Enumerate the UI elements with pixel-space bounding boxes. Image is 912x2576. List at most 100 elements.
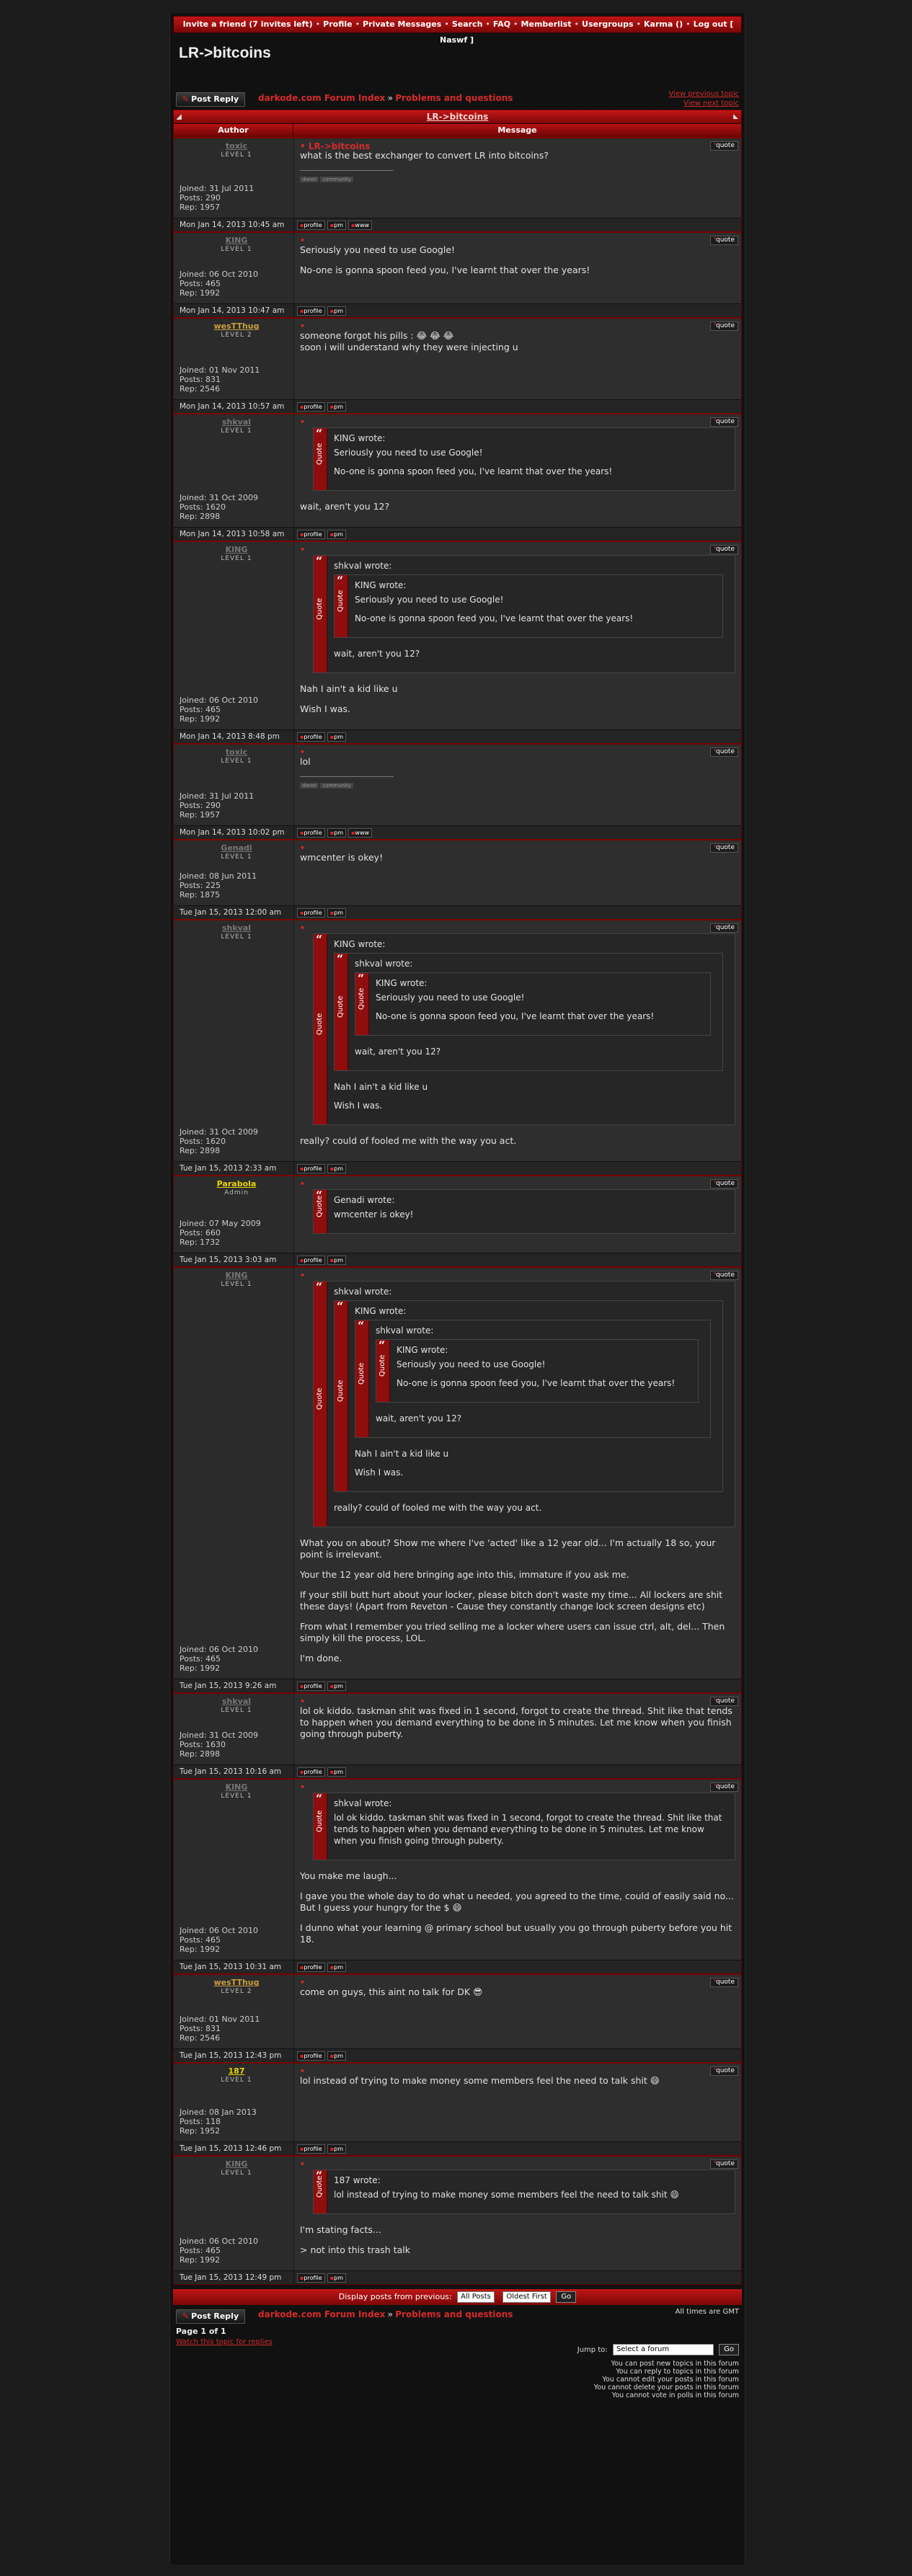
pm-button[interactable]: ▪pm — [327, 2144, 346, 2154]
post-paragraph: I dunno what your learning @ primary sch… — [300, 1922, 732, 1945]
breadcrumb-forum-index[interactable]: darkode.com Forum Index — [258, 2309, 385, 2319]
view-next-link[interactable]: View next topic — [668, 99, 739, 108]
nav-item[interactable]: Profile — [322, 19, 353, 29]
nav-item[interactable]: Private Messages — [361, 19, 443, 29]
quote-author: KING wrote: — [355, 1305, 717, 1317]
username-link[interactable]: Parabola — [180, 1179, 293, 1189]
username-link[interactable]: KING — [180, 1782, 293, 1792]
display-go-button[interactable]: Go — [556, 2291, 577, 2303]
quote-button[interactable]: ❛quote — [710, 1978, 738, 1987]
www-button[interactable]: ▪www — [348, 220, 373, 230]
stat-label: Joined: — [180, 2015, 207, 2024]
jump-go-button[interactable]: Go — [719, 2344, 739, 2355]
username-link[interactable]: KING — [180, 1271, 293, 1280]
username-link[interactable]: wesTThug — [180, 1978, 293, 1987]
pm-button[interactable]: ▪pm — [327, 220, 346, 230]
breadcrumb-section[interactable]: Problems and questions — [395, 93, 513, 103]
pm-button[interactable]: ▪pm — [327, 1767, 346, 1777]
quote-button[interactable]: ❛quote — [710, 141, 738, 151]
profile-button[interactable]: ▪profile — [297, 1681, 325, 1691]
nav-item[interactable]: Usergroups — [580, 19, 634, 29]
breadcrumb-section[interactable]: Problems and questions — [395, 2309, 513, 2319]
profile-button[interactable]: ▪profile — [297, 2273, 325, 2283]
quote-button[interactable]: ❛quote — [710, 1782, 738, 1792]
order-select[interactable]: Oldest First — [503, 2291, 551, 2303]
profile-button[interactable]: ▪profile — [297, 732, 325, 742]
nav-item[interactable]: Search — [451, 19, 484, 29]
post-text: “Quote 187 wrote: lol instead of trying to… — [300, 2169, 735, 2256]
pm-button[interactable]: ▪pm — [327, 401, 346, 412]
quote-button[interactable]: ❛quote — [710, 843, 738, 853]
username-link[interactable]: shkval — [180, 923, 293, 933]
quote-wrote-label: wrote: — [376, 1306, 407, 1316]
username-link[interactable]: KING — [180, 545, 293, 554]
profile-button[interactable]: ▪profile — [297, 1163, 325, 1173]
view-previous-link[interactable]: View previous topic — [668, 89, 739, 99]
pm-button[interactable]: ▪pm — [327, 1163, 346, 1173]
profile-button[interactable]: ▪profile — [297, 907, 325, 918]
username-link[interactable]: shkval — [180, 1697, 293, 1706]
username-link[interactable]: toxic — [180, 747, 293, 757]
profile-button[interactable]: ▪profile — [297, 220, 325, 230]
quote-button[interactable]: ❛quote — [710, 1271, 738, 1280]
profile-button[interactable]: ▪profile — [297, 401, 325, 412]
pm-button[interactable]: ▪pm — [327, 1255, 346, 1265]
username-link[interactable]: toxic — [180, 141, 293, 151]
quote-text: Nah I ain't a kid like u — [355, 1449, 449, 1459]
quote-button[interactable]: ❛quote — [710, 321, 738, 331]
profile-button-label: profile — [304, 1768, 322, 1775]
quote-bar: “ Quote — [355, 973, 369, 1035]
quote-button[interactable]: ❛quote — [710, 417, 738, 427]
post-reply-button[interactable]: ✎ Post Reply — [176, 92, 245, 107]
pm-button[interactable]: ▪pm — [327, 1962, 346, 1972]
username-link[interactable]: KING — [180, 2159, 293, 2169]
profile-button[interactable]: ▪profile — [297, 827, 325, 838]
quote-button[interactable]: ❛quote — [710, 2066, 738, 2076]
pm-button[interactable]: ▪pm — [327, 1681, 346, 1691]
pm-button[interactable]: ▪pm — [327, 2051, 346, 2061]
username-link[interactable]: shkval — [180, 417, 293, 427]
pm-button[interactable]: ▪pm — [327, 529, 346, 539]
quote-text: lol instead of trying to make money some… — [334, 2190, 679, 2200]
pm-button[interactable]: ▪pm — [327, 306, 346, 316]
quote-button[interactable]: ❛quote — [710, 747, 738, 757]
pm-button[interactable]: ▪pm — [327, 732, 346, 742]
quote-button[interactable]: ❛quote — [710, 1179, 738, 1189]
post-reply-button-bottom[interactable]: ✎ Post Reply — [176, 2309, 245, 2324]
quote-button[interactable]: ❛quote — [710, 236, 738, 245]
profile-button[interactable]: ▪profile — [297, 306, 325, 316]
profile-button[interactable]: ▪profile — [297, 1767, 325, 1777]
quote-button[interactable]: ❛quote — [710, 1697, 738, 1706]
topic-title-link[interactable]: LR->bitcoins — [427, 112, 489, 122]
quote-button[interactable]: ❛quote — [710, 2159, 738, 2169]
nav-item[interactable]: FAQ — [492, 19, 512, 29]
quote-button[interactable]: ❛quote — [710, 545, 738, 554]
profile-button[interactable]: ▪profile — [297, 2051, 325, 2061]
post-message: • ❛quote lol donor community — [294, 745, 741, 825]
profile-button[interactable]: ▪profile — [297, 1962, 325, 1972]
username-link[interactable]: wesTThug — [180, 321, 293, 331]
pm-button[interactable]: ▪pm — [327, 907, 346, 918]
nav-item[interactable]: Karma () — [642, 19, 684, 29]
pm-button[interactable]: ▪pm — [327, 2273, 346, 2283]
profile-button[interactable]: ▪profile — [297, 1255, 325, 1265]
quote-button[interactable]: ❛quote — [710, 923, 738, 933]
nav-item[interactable]: Invite a friend (7 invites left) — [182, 19, 314, 29]
quote-author-name: shkval — [334, 1798, 362, 1808]
jump-select[interactable]: Select a forum — [612, 2344, 714, 2355]
range-select[interactable]: All Posts — [457, 2291, 495, 2303]
profile-button[interactable]: ▪profile — [297, 2144, 325, 2154]
watch-topic-link[interactable]: Watch this topic for replies — [176, 2338, 273, 2346]
post-body: KING LEVEL 1 Joined: 06 Oct 2010 Posts: 465… — [174, 1780, 741, 1960]
quote-mark-icon: “ — [316, 1280, 323, 1294]
quote-bar: “ Quote — [335, 954, 348, 1070]
pm-button[interactable]: ▪pm — [327, 827, 346, 838]
nav-item[interactable]: Memberlist — [520, 19, 573, 29]
username-link[interactable]: 187 — [180, 2066, 293, 2076]
stat-label: Joined: — [180, 696, 207, 705]
breadcrumb-forum-index[interactable]: darkode.com Forum Index — [258, 93, 385, 103]
www-button[interactable]: ▪www — [348, 827, 373, 838]
username-link[interactable]: KING — [180, 236, 293, 245]
username-link[interactable]: Genadi — [180, 843, 293, 853]
profile-button[interactable]: ▪profile — [297, 529, 325, 539]
